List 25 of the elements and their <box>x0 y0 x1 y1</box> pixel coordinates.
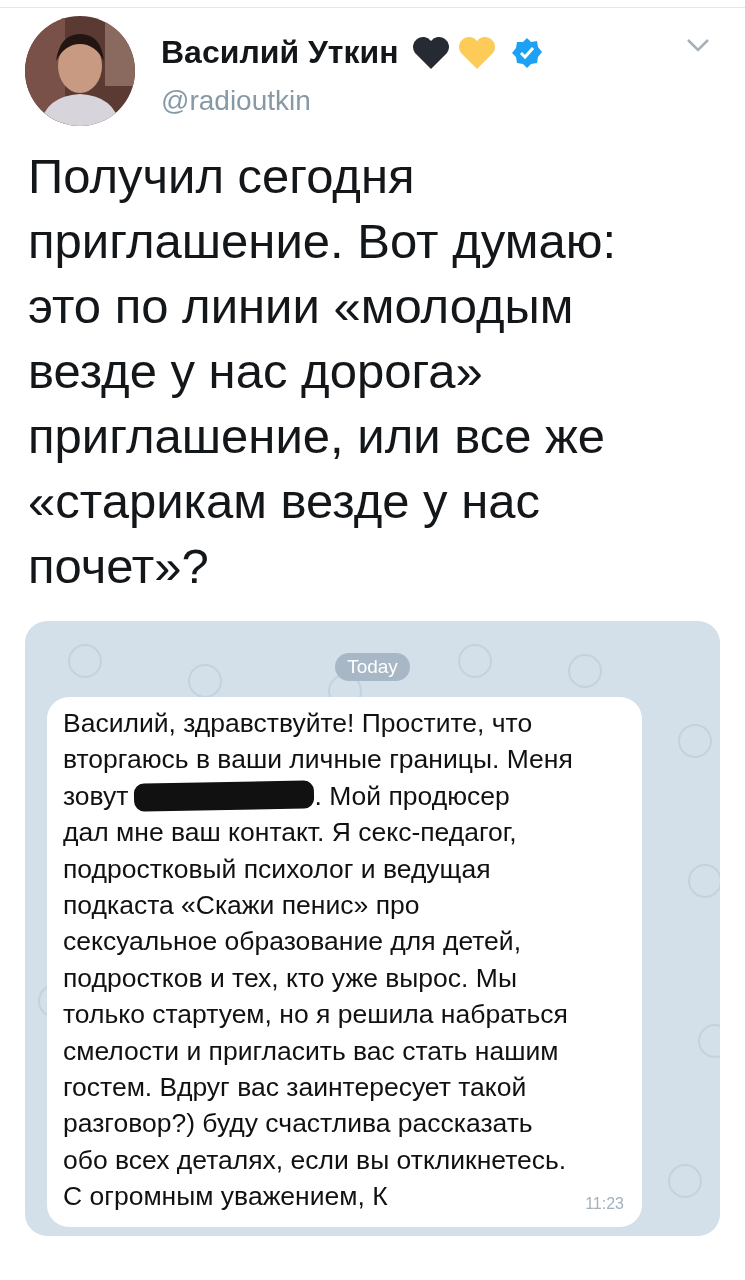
message-line: только стартуем, но я решила набраться <box>63 998 568 1032</box>
message-line: смелости и пригласить вас стать нашим <box>63 1034 559 1068</box>
date-badge: Today <box>335 653 410 681</box>
message-line: . Мой продюсер <box>314 779 510 813</box>
author-name[interactable]: Василий Уткин <box>161 34 399 71</box>
chevron-down-icon[interactable] <box>686 38 710 52</box>
doodle-icon <box>188 664 222 698</box>
message-time: 11:23 <box>585 1194 624 1213</box>
message-line: подкаста «Скажи пенис» про <box>63 889 420 923</box>
message-line: дал мне ваш контакт. Я секс-педагог, <box>63 816 517 850</box>
message-line: вторгаюсь в ваши личные границы. Меня <box>63 743 573 777</box>
heart-icon <box>410 34 451 71</box>
message-line: обо всех деталях, если вы откликнетесь. <box>63 1143 567 1177</box>
message-line: Василий, здравствуйте! Простите, что <box>63 707 533 740</box>
message-line: подростков и тех, кто уже вырос. Мы <box>63 961 517 995</box>
message-line: зовут <box>63 779 129 813</box>
message-line: подростковый психолог и ведущая <box>63 852 491 886</box>
heart-icon <box>456 34 497 71</box>
message-line: разговор?) буду счастлива рассказать <box>63 1107 533 1141</box>
doodle-icon <box>688 864 720 898</box>
message-line: гостем. Вдруг вас заинтересует такой <box>63 1071 527 1105</box>
message-line: С огромным уважением, К <box>63 1180 388 1214</box>
message-line: сексуальное образование для детей, <box>63 925 521 959</box>
doodle-icon <box>698 1024 720 1058</box>
tweet-text: Получил сегодня приглашение. Вот думаю: это по линии «молодым везде у нас дорога» приглашение, или все же «старикам везде у нас почет»? <box>28 148 618 595</box>
